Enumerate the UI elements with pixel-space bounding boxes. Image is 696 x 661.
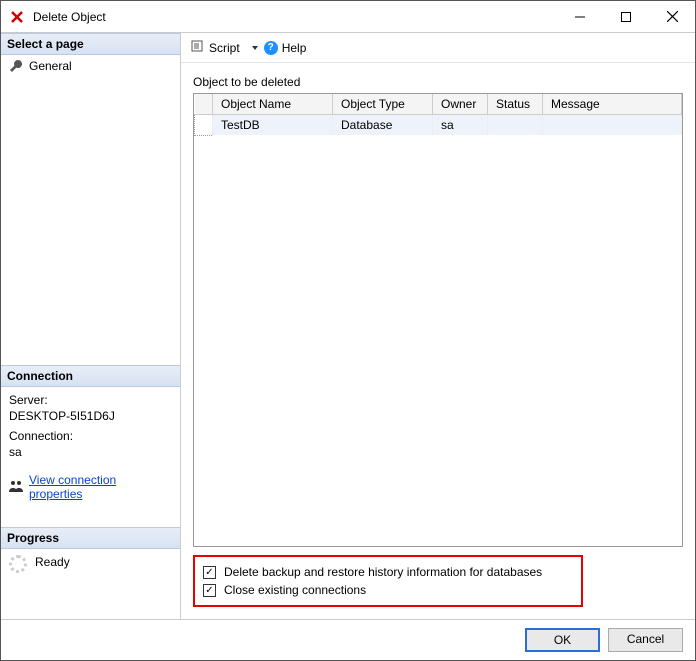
main-panel: Script ? Help Object to be deleted [181, 33, 695, 619]
options-area: ✓ Delete backup and restore history info… [193, 555, 583, 607]
checkbox-label: Close existing connections [224, 583, 366, 597]
server-value: DESKTOP-5I51D6J [9, 409, 172, 423]
ok-button[interactable]: OK [525, 628, 600, 652]
cell-object-name: TestDB [213, 115, 333, 136]
sidebar-item-label: General [29, 59, 72, 73]
connection-header: Connection [1, 365, 180, 387]
titlebar: Delete Object [1, 1, 695, 33]
cell-message [543, 115, 682, 136]
people-icon [9, 480, 23, 495]
col-object-type[interactable]: Object Type [333, 94, 433, 115]
maximize-button[interactable] [603, 2, 649, 32]
progress-status: Ready [35, 555, 70, 569]
toolbar: Script ? Help [181, 33, 695, 63]
col-status[interactable]: Status [488, 94, 543, 115]
sidebar: Select a page General Connection Server:… [1, 33, 181, 619]
col-object-name[interactable]: Object Name [213, 94, 333, 115]
window-title: Delete Object [33, 10, 557, 24]
objects-group-label: Object to be deleted [193, 75, 683, 89]
checkbox-label: Delete backup and restore history inform… [224, 565, 542, 579]
objects-grid[interactable]: Object Name Object Type Owner Status Mes… [193, 93, 683, 547]
minimize-button[interactable] [557, 2, 603, 32]
close-button[interactable] [649, 2, 695, 32]
cell-status [488, 115, 543, 136]
connection-block: Server: DESKTOP-5I51D6J Connection: sa [1, 387, 180, 467]
progress-spinner-icon [9, 555, 27, 573]
cell-owner: sa [433, 115, 488, 136]
col-owner[interactable]: Owner [433, 94, 488, 115]
row-indicator-icon [195, 115, 213, 136]
progress-header: Progress [1, 527, 180, 549]
script-button[interactable]: Script [191, 39, 258, 56]
checkbox-icon: ✓ [203, 584, 216, 597]
view-connection-properties-link[interactable]: View connection properties [29, 473, 172, 501]
delete-object-dialog: Delete Object Select a page General [0, 0, 696, 661]
connection-value: sa [9, 445, 172, 459]
content-area: Object to be deleted Object Name Object … [181, 63, 695, 619]
checkbox-icon: ✓ [203, 566, 216, 579]
window-controls [557, 2, 695, 32]
checkbox-close-connections[interactable]: ✓ Close existing connections [203, 581, 573, 599]
help-icon: ? [264, 41, 278, 55]
script-label: Script [209, 41, 240, 55]
wrench-icon [9, 59, 23, 73]
progress-block: Ready [1, 549, 180, 579]
cell-object-type: Database [333, 115, 433, 136]
table-row[interactable]: TestDB Database sa [195, 115, 682, 136]
sidebar-item-general[interactable]: General [1, 55, 180, 77]
help-label: Help [282, 41, 307, 55]
col-message[interactable]: Message [543, 94, 682, 115]
checkbox-delete-backup-history[interactable]: ✓ Delete backup and restore history info… [203, 563, 573, 581]
delete-icon [9, 9, 25, 25]
view-connection-properties-row: View connection properties [1, 467, 180, 507]
cancel-button[interactable]: Cancel [608, 628, 683, 652]
connection-label: Connection: [9, 429, 172, 443]
help-button[interactable]: ? Help [264, 41, 307, 55]
server-label: Server: [9, 393, 172, 407]
select-page-header: Select a page [1, 33, 180, 55]
dialog-footer: OK Cancel [1, 619, 695, 660]
script-icon [191, 39, 205, 56]
chevron-down-icon [252, 46, 258, 50]
